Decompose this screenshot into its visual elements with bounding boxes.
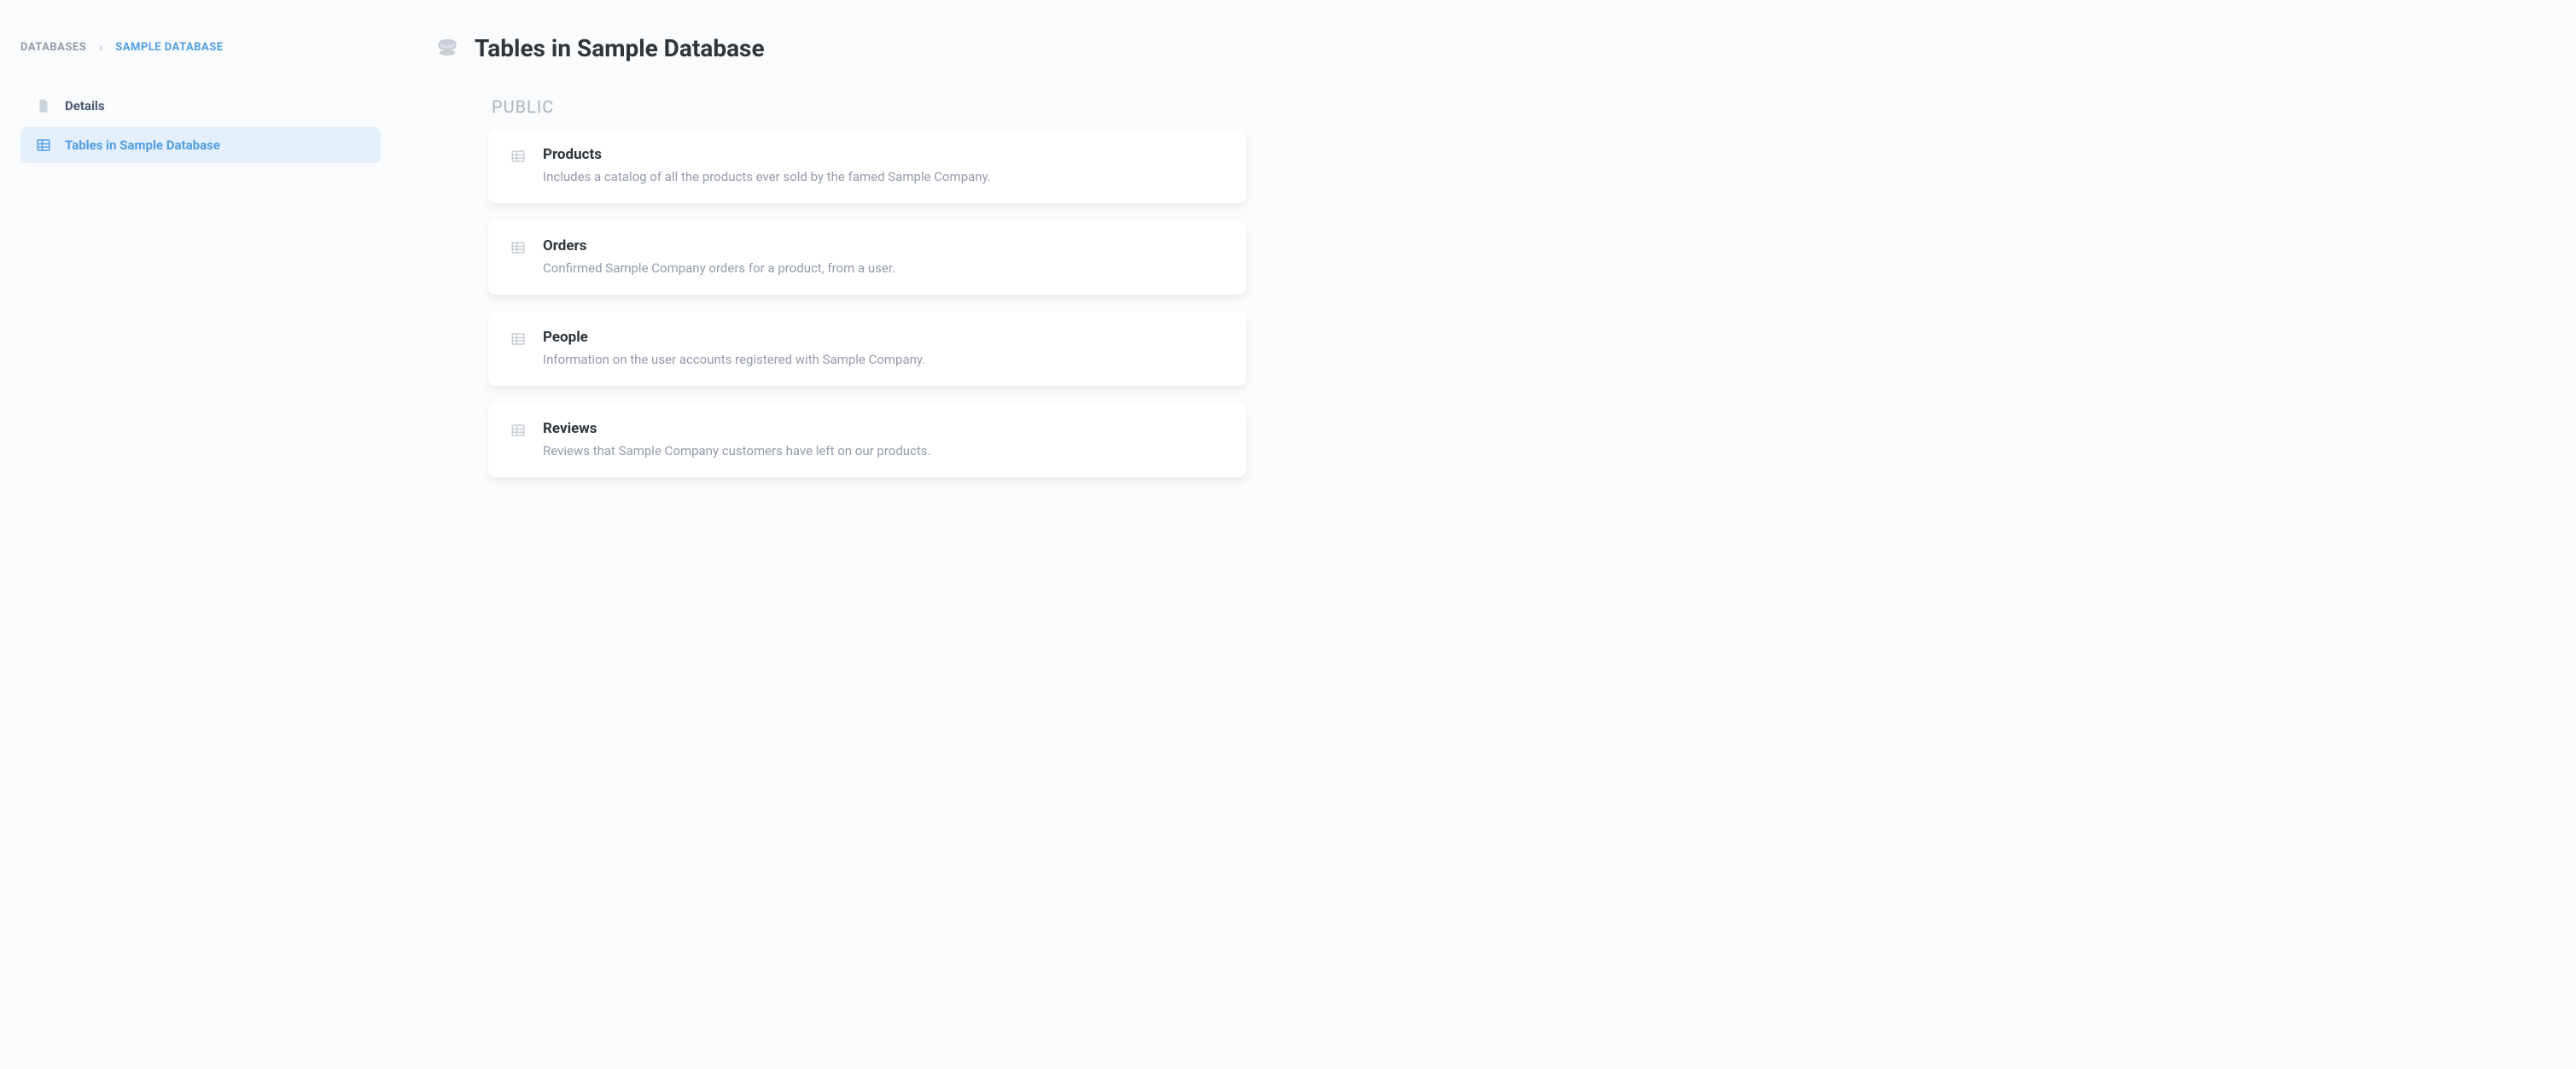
- sidebar-item-label: Tables in Sample Database: [65, 137, 220, 153]
- table-card-body: Products Includes a catalog of all the p…: [543, 146, 1224, 186]
- table-icon: [510, 149, 526, 164]
- table-name: Reviews: [543, 420, 1224, 437]
- main-content: Tables in Sample Database PUBLIC Product…: [401, 0, 2576, 1069]
- page-root: Databases Sample Database Details Tabl: [0, 0, 2576, 1069]
- table-card-body: Orders Confirmed Sample Company orders f…: [543, 237, 1224, 277]
- table-icon: [36, 137, 51, 153]
- sidebar-item-tables[interactable]: Tables in Sample Database: [20, 127, 381, 163]
- sidebar: Databases Sample Database Details Tabl: [0, 0, 401, 1069]
- table-name: Orders: [543, 237, 1224, 254]
- table-description: Includes a catalog of all the products e…: [543, 168, 1224, 186]
- schema-name-label: PUBLIC: [492, 96, 1246, 117]
- chevron-right-icon: [96, 44, 105, 52]
- table-description: Confirmed Sample Company orders for a pr…: [543, 260, 1224, 277]
- table-icon: [510, 240, 526, 255]
- table-card-body: People Information on the user accounts …: [543, 329, 1224, 369]
- table-name: People: [543, 329, 1224, 346]
- sidebar-item-label: Details: [65, 98, 105, 114]
- table-card[interactable]: People Information on the user accounts …: [488, 312, 1246, 386]
- sidebar-item-details[interactable]: Details: [20, 88, 381, 124]
- table-card-body: Reviews Reviews that Sample Company cust…: [543, 420, 1224, 460]
- table-name: Products: [543, 146, 1224, 163]
- breadcrumb-current-link[interactable]: Sample Database: [115, 41, 223, 54]
- breadcrumb: Databases Sample Database: [20, 41, 381, 54]
- breadcrumb-root-link[interactable]: Databases: [20, 41, 86, 54]
- table-card[interactable]: Products Includes a catalog of all the p…: [488, 129, 1246, 203]
- table-card[interactable]: Reviews Reviews that Sample Company cust…: [488, 403, 1246, 477]
- document-icon: [36, 98, 51, 114]
- page-title: Tables in Sample Database: [475, 34, 765, 62]
- table-description: Information on the user accounts registe…: [543, 351, 1224, 369]
- main-header: Tables in Sample Database: [435, 34, 2542, 62]
- table-icon: [510, 331, 526, 347]
- database-icon: [435, 37, 459, 61]
- tables-list-wrap: PUBLIC Products Includes a catalog of al…: [435, 96, 1246, 477]
- table-card[interactable]: Orders Confirmed Sample Company orders f…: [488, 220, 1246, 295]
- table-description: Reviews that Sample Company customers ha…: [543, 442, 1224, 460]
- table-icon: [510, 423, 526, 438]
